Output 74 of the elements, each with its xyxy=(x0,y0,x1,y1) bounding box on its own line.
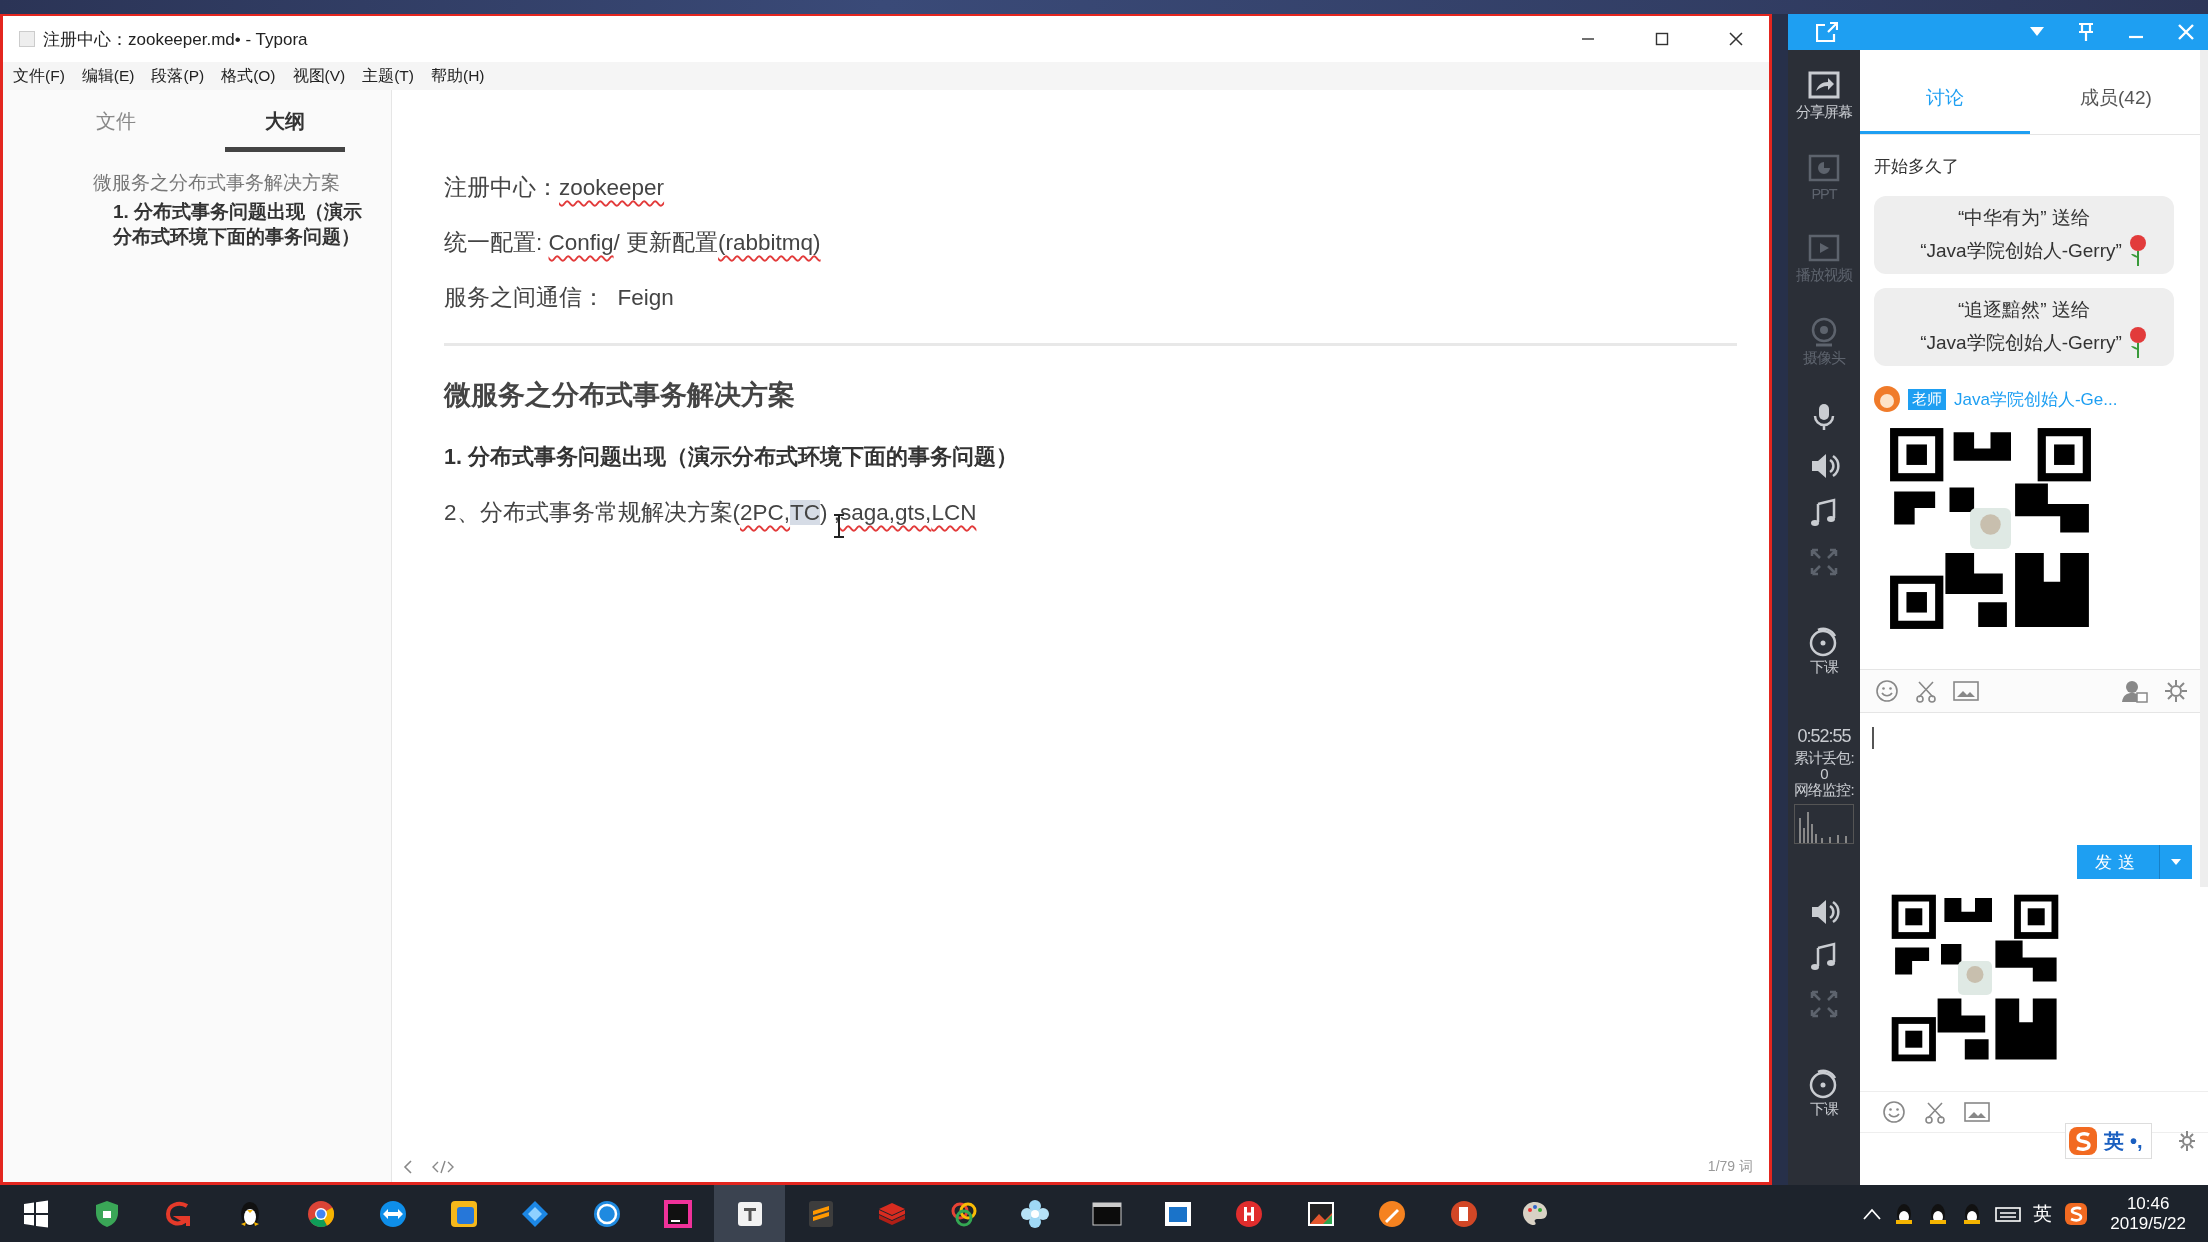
tool-button[interactable]: 分享屏幕 xyxy=(1796,66,1852,125)
tool-button[interactable]: 下课 xyxy=(1806,621,1842,680)
chat-message: 开始多久了 xyxy=(1874,156,1960,178)
menu-item[interactable]: 编辑(E) xyxy=(81,65,135,87)
menu-item[interactable]: 格式(O) xyxy=(221,65,276,87)
settings-icon[interactable] xyxy=(2164,679,2188,703)
role-badge: 老师 xyxy=(1908,388,1946,410)
pin-icon[interactable] xyxy=(2078,22,2094,42)
slides-icon xyxy=(1448,1198,1479,1229)
caret-icon xyxy=(2171,858,2181,866)
menu-item[interactable]: 文件(F) xyxy=(13,65,65,87)
taskbar-button[interactable] xyxy=(713,1185,786,1242)
gift-text: “追逐黯然” 送给 xyxy=(1957,298,2091,322)
square-icon xyxy=(663,1198,694,1229)
tiles-icon xyxy=(449,1198,480,1229)
input-language[interactable]: 英 xyxy=(2033,1200,2053,1227)
dropdown-icon[interactable] xyxy=(2030,27,2044,37)
avatar xyxy=(1874,386,1900,412)
image-icon[interactable] xyxy=(1964,1101,1990,1123)
scissors-icon[interactable] xyxy=(1915,679,1937,703)
paragraph: 2、分布式事务常规解决方案(2PC,TC) ,saga,gts,LCN xyxy=(444,499,978,527)
menu-item[interactable]: 帮助(H) xyxy=(431,65,485,87)
ime-logo-icon xyxy=(2068,1126,2098,1156)
caret-icon[interactable] xyxy=(1863,1207,1882,1220)
gift-text: “Java学院创始人-Gerry” xyxy=(1920,239,2122,263)
outline-item[interactable]: 微服务之分布式事务解决方案 xyxy=(93,170,371,195)
diamond-icon xyxy=(520,1198,551,1229)
circle-icon xyxy=(1234,1198,1265,1229)
share-icon[interactable] xyxy=(1816,22,1838,42)
close-button[interactable] xyxy=(1728,31,1744,47)
pen-icon xyxy=(1377,1198,1408,1229)
emoji-icon[interactable] xyxy=(1882,1100,1906,1124)
menu-item[interactable]: 段落(P) xyxy=(151,65,205,87)
paragraph: 服务之间通信： Feign xyxy=(444,284,675,312)
clock-date[interactable]: 2019/5/22 xyxy=(2110,1213,2186,1234)
rose-icon xyxy=(2127,326,2148,360)
list-item: 1. 分布式事务问题出现（演示分布式环境下面的事务问题） xyxy=(444,444,1019,471)
settings-icon xyxy=(2178,1130,2196,1152)
stat-value: 0 xyxy=(1820,766,1828,782)
timer: 0:52:55 xyxy=(1797,728,1851,744)
rose-icon xyxy=(2127,234,2148,268)
paragraph: 注册中心：zookeeper xyxy=(444,174,666,202)
heading: 微服务之分布式事务解决方案 xyxy=(444,379,796,412)
window-title: 注册中心：zookeeper.md• - Typora xyxy=(43,29,308,49)
tool-button[interactable]: 下课 xyxy=(1806,1063,1842,1122)
gift-text: “中华有为” 送给 xyxy=(1957,206,2091,230)
gift-text: “Java学院创始人-Gerry” xyxy=(1920,331,2122,355)
arrows-icon xyxy=(377,1198,408,1229)
sidebar-tab[interactable]: 大纲 xyxy=(225,108,345,152)
image-icon[interactable] xyxy=(1953,680,1979,702)
maximize-button[interactable] xyxy=(1655,32,1669,46)
network-graph xyxy=(1794,804,1854,844)
outline-item[interactable]: 1. 分布式事务问题出现（演示分布式环境下面的事务问题） xyxy=(113,199,363,249)
menu-item[interactable]: 主题(T) xyxy=(362,65,414,87)
clock-time[interactable]: 10:46 xyxy=(2126,1193,2170,1214)
ime-logo-icon[interactable] xyxy=(2064,1201,2089,1226)
stat-label: 网络监控: xyxy=(1794,782,1854,798)
menu-item[interactable]: 视图(V) xyxy=(292,65,346,87)
emoji-icon[interactable] xyxy=(1875,679,1899,703)
ime-punctuation: •, xyxy=(2130,1129,2143,1153)
contacts-icon[interactable] xyxy=(2122,679,2148,703)
back-icon[interactable] xyxy=(402,1159,414,1175)
app-icon xyxy=(19,31,35,47)
stat-label: 累计丢包: xyxy=(1794,750,1854,766)
source-code-icon[interactable] xyxy=(432,1159,454,1175)
chat-tab[interactable]: 成员(42) xyxy=(2080,85,2152,134)
stripes-icon xyxy=(806,1198,836,1229)
flower-icon xyxy=(1020,1198,1051,1229)
ring-icon xyxy=(591,1198,622,1229)
browser-icon xyxy=(306,1198,337,1229)
input-method-bar[interactable]: 英 •, xyxy=(2065,1123,2152,1159)
paragraph: 统一配置: Config/ 更新配置(rabbitmq) xyxy=(444,229,822,257)
scissors-icon[interactable] xyxy=(1924,1100,1946,1124)
ime-mode: 英 xyxy=(2104,1128,2124,1154)
